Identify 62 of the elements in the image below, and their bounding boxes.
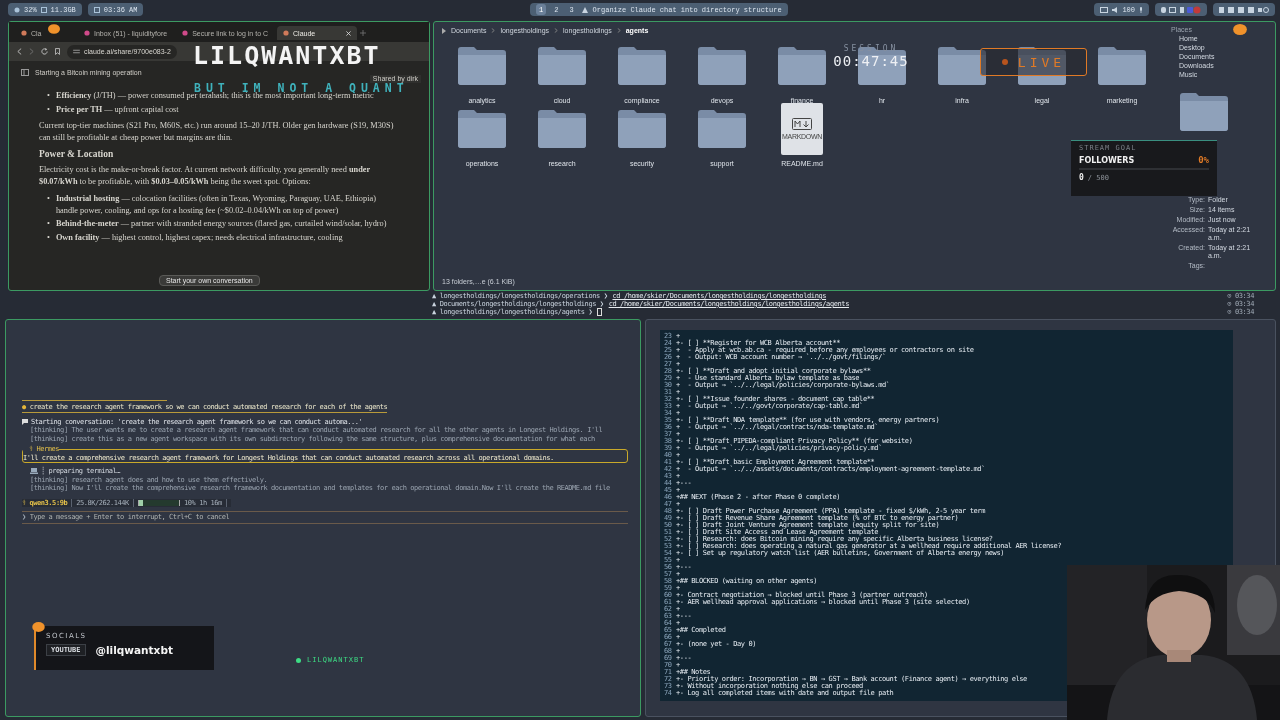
goal-count: 0 (1079, 173, 1084, 182)
channel-logo: LILQWANTXBT (193, 44, 381, 68)
status-dot (32, 622, 45, 632)
folder-icon[interactable] (938, 47, 986, 85)
bullet-point: Price per TH — upfront capital cost (55, 103, 179, 116)
tab-favicon-icon (21, 30, 27, 36)
control-icons (1219, 5, 1269, 14)
folder-icon[interactable] (458, 110, 506, 148)
goal-percent: 0% (1198, 155, 1209, 165)
monitor-icon (1100, 6, 1109, 13)
bullet-point: Efficiency (J/TH) — power consumed per terahash; this is the most important long-term metric (55, 91, 374, 102)
folder-icon[interactable] (618, 47, 666, 85)
folder-icon[interactable] (1098, 47, 1146, 85)
tab-favicon-icon (283, 30, 290, 36)
bullet-marker: • (47, 103, 50, 116)
paragraph: Current top-tier machines (S21 Pro, M60S, etc.) run around 15–20 J/TH. Older gen hardware (S19, M30S) can still be profitable at cheap power but margins are thin. (39, 120, 395, 144)
calendar-icon (93, 6, 100, 13)
status-dot (48, 24, 60, 34)
laptop-icon (30, 468, 38, 475)
folder-icon[interactable] (698, 110, 746, 148)
microphone-icon (1139, 6, 1143, 13)
chevron-icon (554, 28, 559, 33)
speaker-icon (1112, 6, 1119, 13)
chevron-icon (491, 28, 496, 33)
chevron-icon (616, 28, 621, 33)
bullet-point: Behind-the-meter — partner with stranded energy sources (flared gas, curtailed wind/solar, hydro) (55, 218, 387, 230)
section-heading: Power & Location (39, 149, 115, 161)
text-cursor (597, 308, 603, 316)
speech-bubble-icon (22, 418, 28, 425)
tab-favicon-icon (84, 30, 90, 36)
bullet-marker: • (47, 218, 50, 230)
bullet-marker: • (47, 231, 50, 244)
goal-title: FOLLOWERS (1079, 155, 1135, 165)
status-dot (1233, 24, 1247, 35)
folder-icon[interactable] (538, 47, 586, 85)
bullet-point: Own facility — highest control, highest capex; needs electrical infrastructure, cooling (55, 231, 343, 244)
folder-icon[interactable] (778, 47, 826, 85)
sidebar-icon[interactable] (21, 68, 29, 76)
paragraph: Electricity cost is the make-or-break factor. At current network difficulty, you generally need under $0.07/kWh to be profitable, with $0.03–0.05/kWh being the sweet spot. Options: (39, 163, 371, 188)
tray-icons (1161, 5, 1201, 14)
bullet-point: Industrial hosting — colocation facilities (often in Texas, Wyoming, Paraguay, UAE, Ethiopia) handle power, cooling, and ops for a hosting fee (~$0.02–0.04/kWh on top of power) (55, 193, 377, 217)
bullet-marker: • (47, 193, 50, 206)
online-dot-icon (296, 657, 301, 663)
folder-icon[interactable] (538, 110, 586, 148)
bookmark-icon[interactable] (55, 48, 60, 55)
app-icon (581, 6, 588, 13)
folder-icon[interactable] (698, 47, 746, 85)
folder-icon[interactable] (1018, 47, 1066, 85)
back-icon[interactable] (17, 48, 22, 55)
reload-icon[interactable] (41, 48, 48, 55)
bullet-marker: • (47, 90, 50, 102)
social-handle: @lilqwantxbt (95, 644, 173, 656)
live-dot-icon (1001, 59, 1008, 65)
cpu-icon (14, 6, 20, 13)
folder-icon[interactable] (458, 47, 506, 85)
expand-icon[interactable] (442, 27, 446, 34)
site-settings-icon (73, 49, 80, 54)
tab-favicon-icon (182, 30, 189, 36)
folder-icon[interactable] (618, 110, 666, 148)
live-badge: LIVE (980, 48, 1087, 76)
close-icon[interactable] (346, 30, 352, 36)
memory-icon (40, 6, 47, 13)
